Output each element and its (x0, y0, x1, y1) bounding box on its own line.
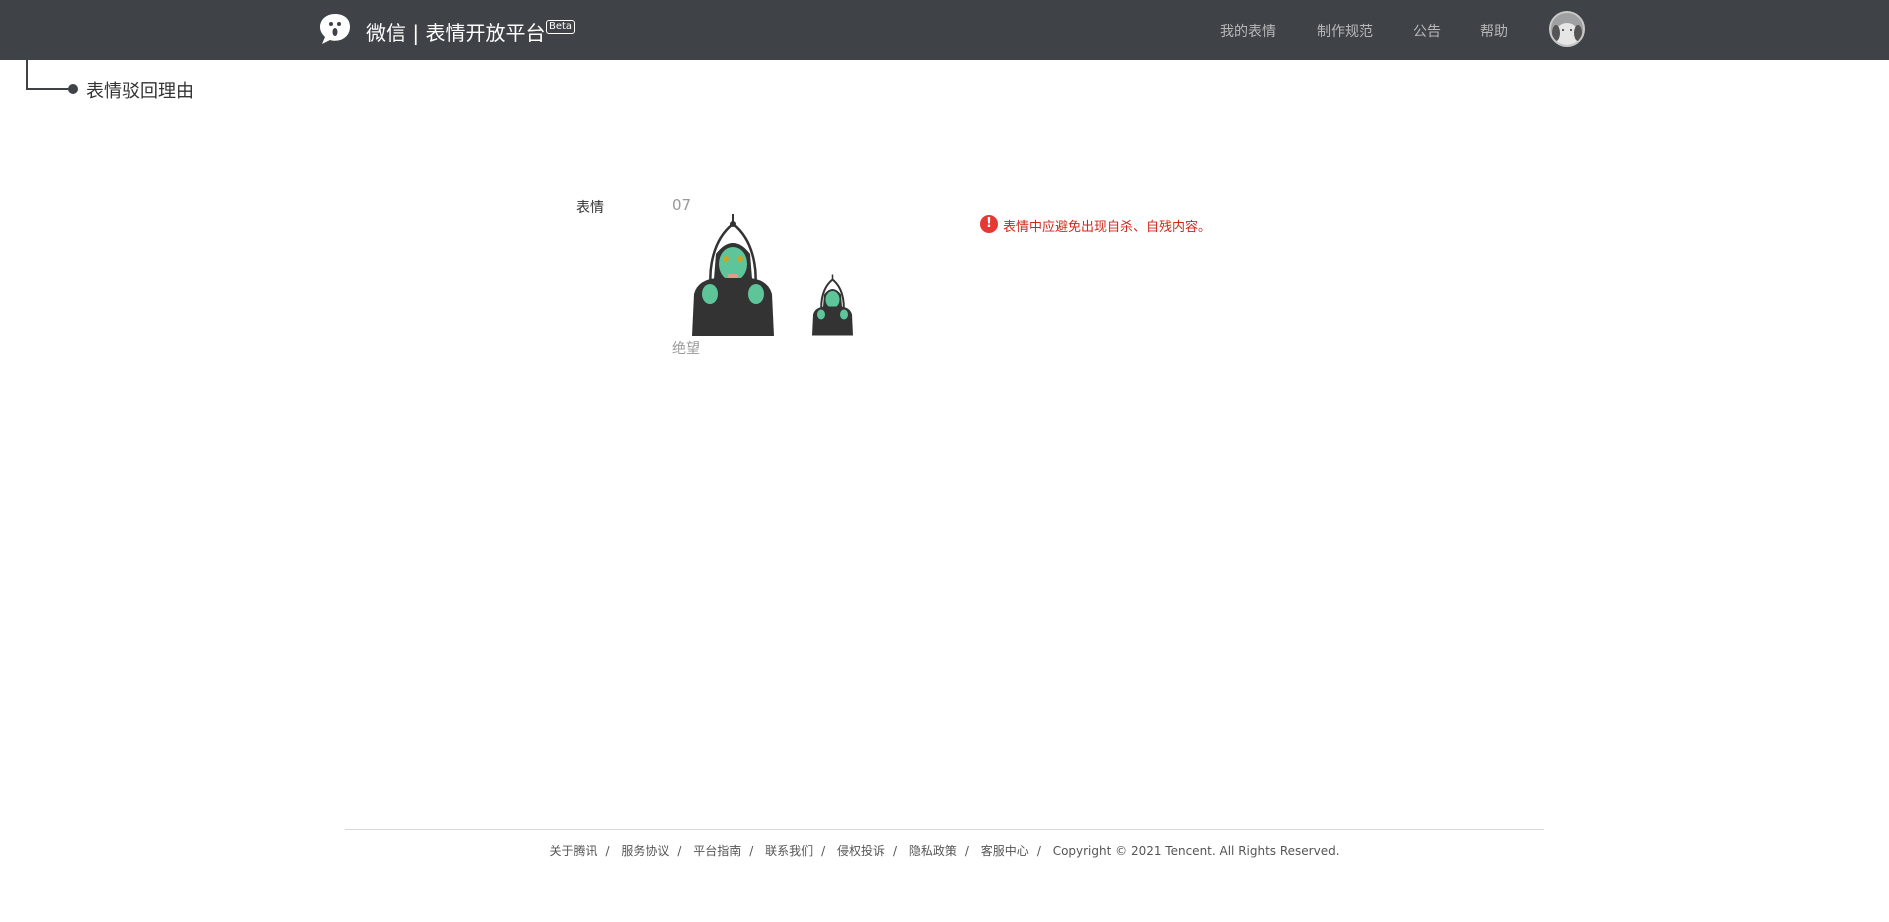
breadcrumb-line (26, 60, 28, 90)
user-avatar[interactable] (1549, 11, 1585, 47)
sticker-image-small[interactable] (810, 274, 855, 336)
top-header: 微信 | 表情开放平台 Beta 我的表情 制作规范 公告 帮助 (0, 0, 1889, 60)
footer-link-terms[interactable]: 服务协议 (621, 844, 669, 858)
beta-badge: Beta (546, 20, 576, 34)
footer-link-about[interactable]: 关于腾讯 (549, 844, 597, 858)
brand-title[interactable]: 微信 | 表情开放平台 (366, 17, 545, 46)
footer-link-infringement[interactable]: 侵权投诉 (837, 844, 885, 858)
footer-divider (345, 829, 1544, 830)
sticker-index: 07 (672, 196, 692, 214)
field-label: 表情 (576, 200, 604, 216)
error-icon: ! (980, 215, 998, 233)
nav-announcements[interactable]: 公告 (1413, 21, 1441, 41)
sticker-image-large[interactable] (688, 214, 778, 336)
sticker-caption: 绝望 (672, 341, 700, 357)
footer-link-support[interactable]: 客服中心 (981, 844, 1029, 858)
rejection-reason: 表情中应避免出现自杀、自残内容。 (1003, 220, 1212, 235)
avatar-dog-icon (1552, 23, 1582, 45)
breadcrumb-dot (68, 84, 78, 94)
nav-guidelines[interactable]: 制作规范 (1317, 21, 1373, 41)
footer-link-privacy[interactable]: 隐私政策 (909, 844, 957, 858)
footer-link-contact[interactable]: 联系我们 (765, 844, 813, 858)
footer-link-guide[interactable]: 平台指南 (693, 844, 741, 858)
wechat-logo-icon[interactable] (318, 13, 352, 45)
breadcrumb-line (26, 88, 74, 90)
nav-my-stickers[interactable]: 我的表情 (1220, 21, 1276, 41)
copyright: Copyright © 2021 Tencent. All Rights Res… (1052, 844, 1340, 858)
nav-help[interactable]: 帮助 (1480, 21, 1508, 41)
page-title: 表情驳回理由 (86, 81, 194, 102)
footer: 关于腾讯 / 服务协议 / 平台指南 / 联系我们 / 侵权投诉 / 隐私政策 / 客服中心… (549, 844, 1340, 858)
